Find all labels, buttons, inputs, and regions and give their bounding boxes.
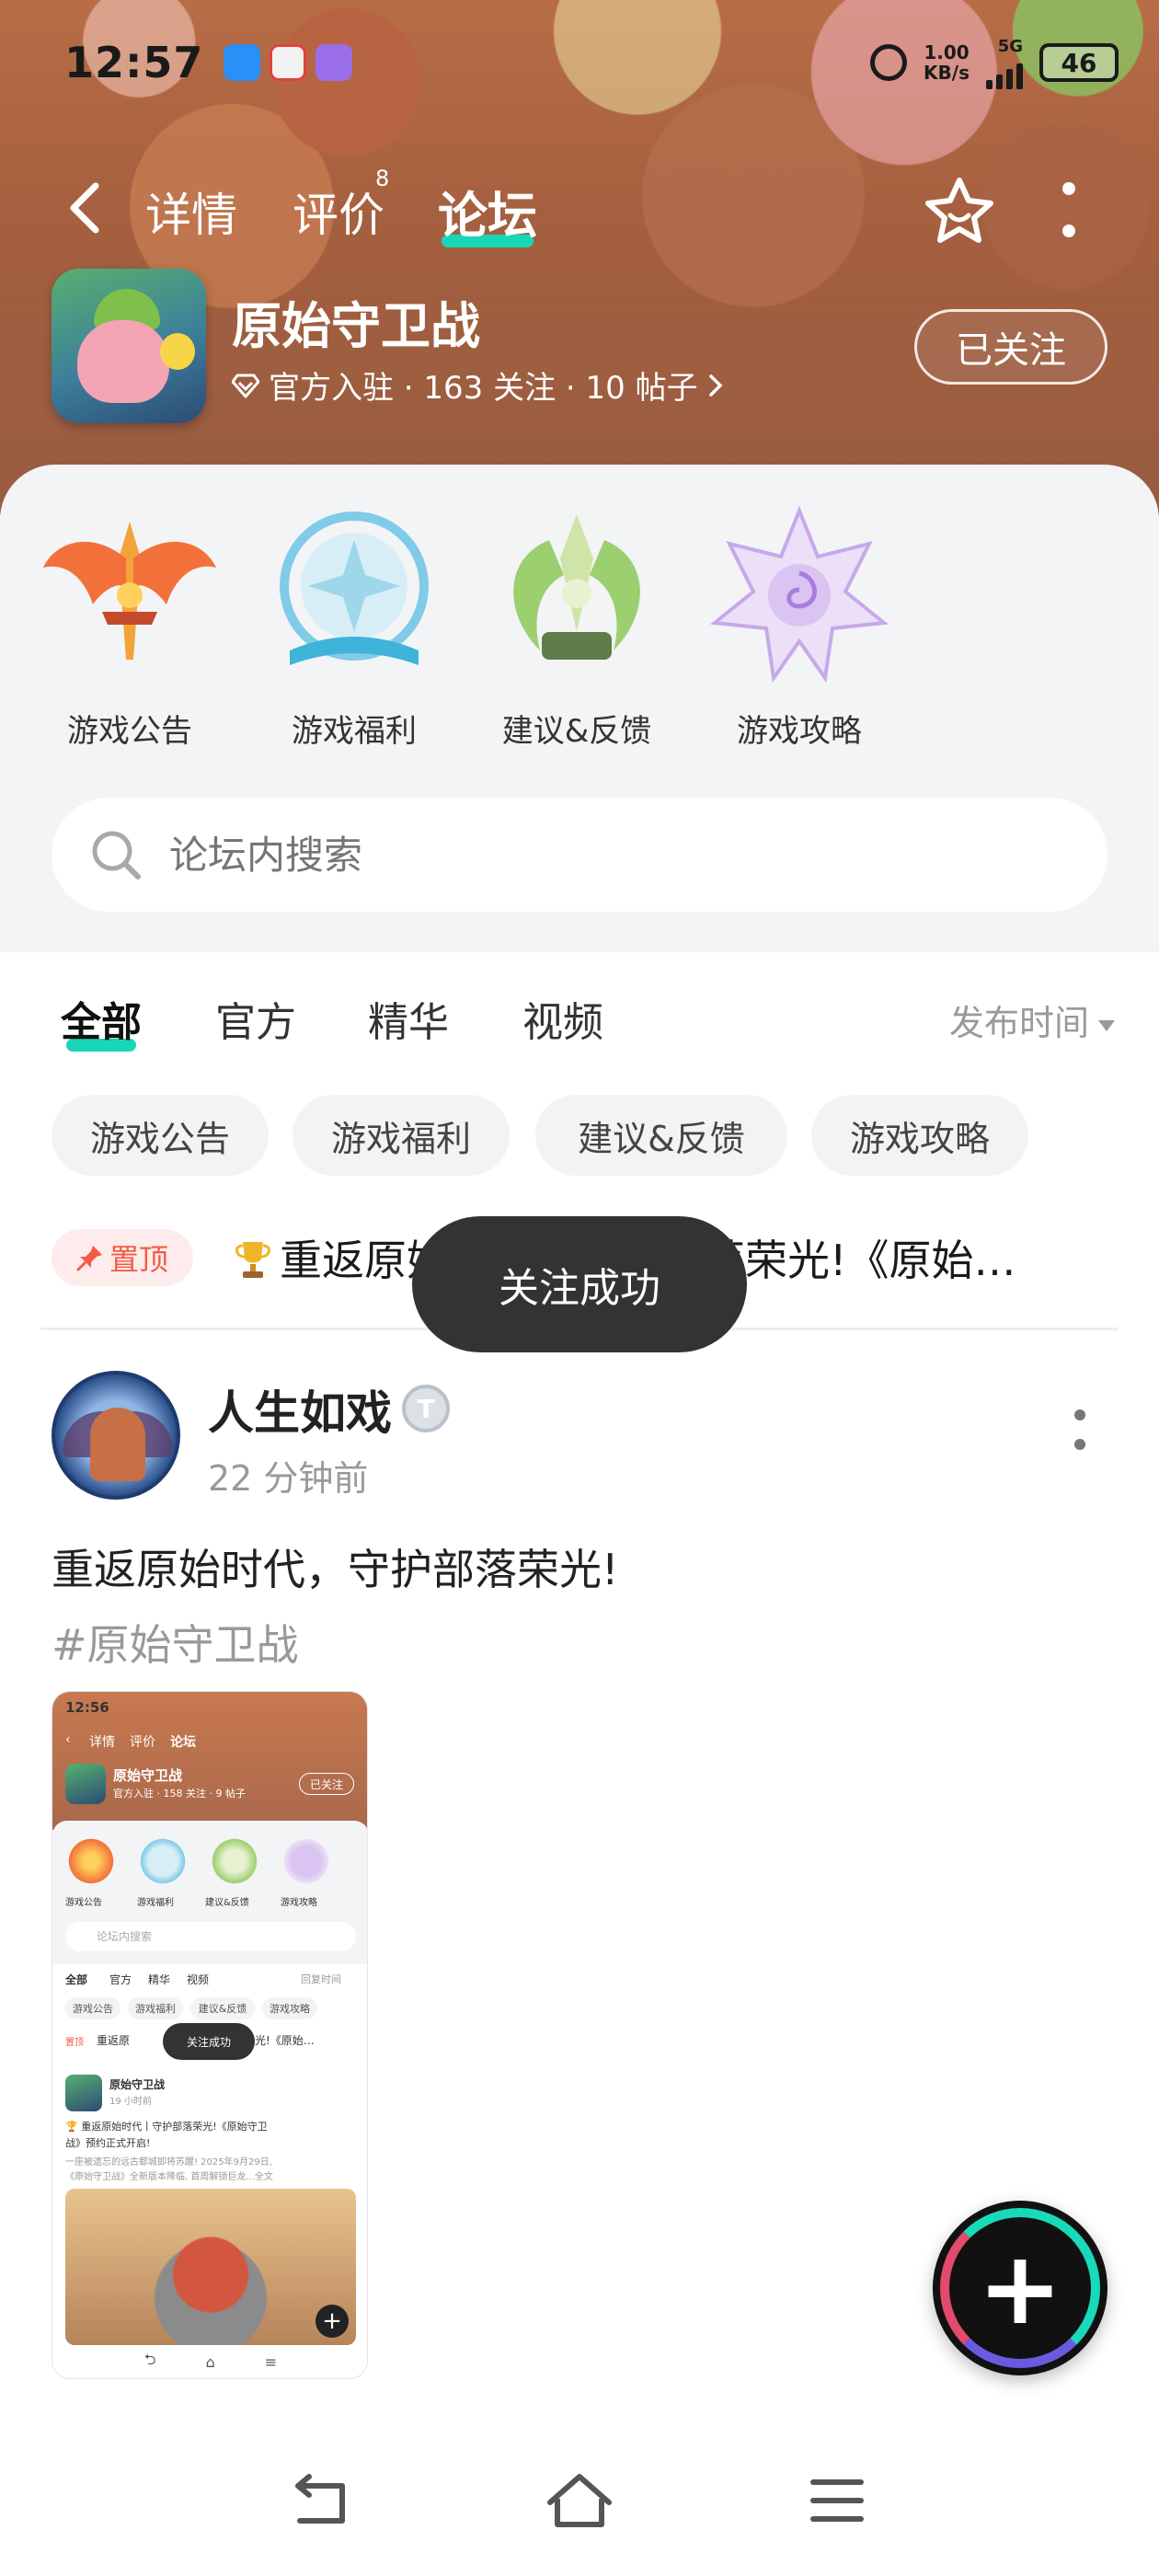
- filter-chip-benefits[interactable]: 游戏福利: [293, 1095, 510, 1176]
- user-avatar[interactable]: [52, 1371, 180, 1500]
- network-type: 5G: [997, 36, 1023, 56]
- app-notification-icon: [224, 44, 261, 81]
- pin-icon: [76, 1246, 102, 1271]
- game-meta-text: 官方入驻 · 163 关注 · 10 帖子: [269, 370, 698, 407]
- plus-icon: +: [977, 2229, 1063, 2347]
- notification-icons: [224, 44, 353, 81]
- diamond-icon: [232, 374, 259, 397]
- search-icon: [92, 831, 141, 880]
- winged-sword-emblem-icon: [43, 522, 216, 660]
- thumbnail-feed: 全部 官方 精华 视频 回复时间 游戏公告 游戏福利 建议&反馈 游戏攻略 置顶…: [52, 1964, 367, 2378]
- category-guides[interactable]: 游戏攻略: [703, 503, 896, 751]
- leaf-crest-emblem-icon: [513, 514, 640, 660]
- post-title: 重返原始时代，守护部落荣光!: [52, 1545, 619, 1594]
- signal-icon: [986, 56, 1023, 89]
- followed-button[interactable]: 已关注: [914, 309, 1107, 385]
- trophy-icon: [235, 1242, 270, 1278]
- thumbnail-avatar: [65, 2075, 102, 2111]
- system-home-icon[interactable]: [543, 2469, 616, 2534]
- thumbnail-game-artwork: +: [65, 2189, 356, 2345]
- tab-forum-label: 论坛: [438, 187, 537, 245]
- category-feedback[interactable]: 建议&反馈: [480, 503, 673, 751]
- chevron-right-icon: [708, 374, 723, 397]
- category-announcements[interactable]: 游戏公告: [33, 503, 226, 751]
- feed-tab-official[interactable]: 官方: [215, 989, 296, 1048]
- system-navigation-bar: [0, 2429, 1159, 2576]
- post-image-thumbnail[interactable]: 12:56 ‹ 详情 评价 论坛 原始守卫战 官方入驻 · 158 关注 · 9…: [52, 1691, 368, 2379]
- status-bar: 12:57 1.00 KB/s 5G 46: [64, 33, 1119, 92]
- forum-categories: 游戏公告 游戏福利 建议&反馈 游戏攻略: [0, 465, 1159, 952]
- game-title: 原始守卫战: [232, 297, 480, 355]
- sort-dropdown[interactable]: 发布时间: [949, 995, 1115, 1045]
- thumbnail-game-icon: [65, 1764, 106, 1804]
- feed-tab-featured[interactable]: 精华: [368, 989, 449, 1048]
- back-arrow-icon[interactable]: [61, 180, 112, 236]
- filter-chip-feedback[interactable]: 建议&反馈: [535, 1095, 787, 1176]
- plus-icon: +: [316, 2305, 349, 2338]
- crystal-book-emblem-icon: [280, 512, 429, 665]
- top-nav: 详情 评价 8 论坛: [0, 166, 1159, 248]
- svg-text:T: T: [417, 1394, 434, 1424]
- category-benefits[interactable]: 游戏福利: [258, 503, 451, 751]
- filter-chip-announcements[interactable]: 游戏公告: [52, 1095, 269, 1176]
- alarm-icon: [870, 44, 908, 81]
- filter-chip-guides[interactable]: 游戏攻略: [811, 1095, 1028, 1176]
- user-level-badge-icon: T: [402, 1385, 450, 1432]
- toast-message: 关注成功: [412, 1216, 747, 1352]
- post-author[interactable]: 人生如戏: [208, 1376, 392, 1443]
- favorite-star-icon[interactable]: [920, 171, 999, 250]
- more-options-icon[interactable]: [1058, 182, 1080, 237]
- reviews-count-badge: 8: [375, 166, 390, 191]
- system-back-icon[interactable]: [285, 2469, 359, 2534]
- game-icon: [52, 269, 206, 423]
- battery-icon: 46: [1039, 43, 1119, 82]
- forum-search-box[interactable]: [52, 798, 1107, 912]
- battery-level: 46: [1061, 47, 1097, 78]
- search-input[interactable]: [169, 832, 997, 878]
- mobile-app-notification-icon: [270, 44, 307, 81]
- pinned-badge: 置顶: [52, 1229, 193, 1286]
- post-hashtag[interactable]: #原始守卫战: [52, 1612, 299, 1673]
- game-meta[interactable]: 官方入驻 · 163 关注 · 10 帖子: [232, 362, 724, 408]
- purple-app-notification-icon: [316, 44, 353, 81]
- game-info: 原始守卫战 官方入驻 · 163 关注 · 10 帖子 已关注: [52, 269, 1107, 425]
- star-sigil-emblem-icon: [709, 505, 889, 684]
- network-speed: 1.00 KB/s: [924, 41, 970, 84]
- tab-reviews[interactable]: 评价: [293, 178, 384, 245]
- tab-forum[interactable]: 论坛: [438, 175, 537, 247]
- post-more-icon[interactable]: [1074, 1409, 1089, 1450]
- feed-tab-all[interactable]: 全部: [61, 989, 142, 1052]
- caret-down-icon: [1098, 1019, 1115, 1031]
- tab-details[interactable]: 详情: [145, 178, 237, 245]
- status-time: 12:57: [64, 38, 204, 87]
- new-post-fab-button[interactable]: +: [933, 2201, 1107, 2375]
- thumbnail-system-nav: ⮌ ⌂ ≡: [143, 2350, 278, 2371]
- system-menu-icon[interactable]: [800, 2469, 874, 2534]
- feed-tab-video[interactable]: 视频: [522, 989, 603, 1048]
- post-time: 22 分钟前: [208, 1458, 369, 1499]
